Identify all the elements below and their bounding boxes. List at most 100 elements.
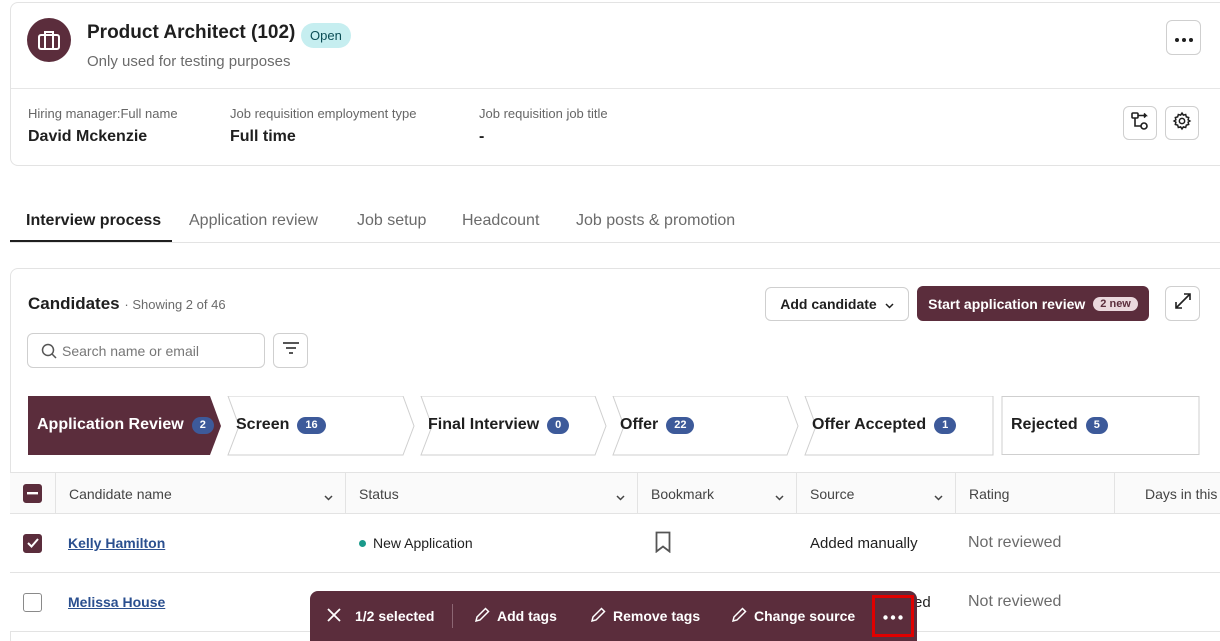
stage-label: Offer: [620, 416, 659, 433]
tab-headcount[interactable]: Headcount: [462, 212, 539, 230]
job-title: Product Architect (102): [87, 22, 296, 43]
more-horizontal-icon: [883, 607, 903, 625]
candidate-name-cell: Melissa House: [68, 573, 165, 631]
column-source[interactable]: Source: [797, 473, 956, 514]
start-review-label: Start application review: [928, 295, 1086, 312]
status-text: New Application: [373, 535, 473, 551]
briefcase-icon: [27, 18, 71, 62]
column-label: Status: [359, 485, 399, 502]
change-source-button[interactable]: Change source: [731, 591, 855, 641]
stage-count: 2: [191, 416, 214, 434]
more-horizontal-icon: [1174, 29, 1193, 47]
bookmark-icon[interactable]: [655, 531, 671, 556]
column-label: Days in this: [1145, 485, 1218, 502]
rating-cell: Not reviewed: [968, 593, 1062, 610]
row-select-cell: [23, 514, 42, 572]
tab-job-setup[interactable]: Job setup: [357, 212, 426, 230]
add-tags-button[interactable]: Add tags: [474, 591, 557, 641]
row-checkbox[interactable]: [23, 533, 42, 553]
column-rating[interactable]: Rating: [956, 473, 1115, 514]
source-cell: Added manually: [810, 534, 918, 552]
tab-job-posts-promotion[interactable]: Job posts & promotion: [576, 212, 735, 230]
candidates-heading: Candidates · Showing 2 of 46: [28, 294, 226, 314]
active-tab-indicator: [10, 240, 172, 242]
candidate-name-link[interactable]: Kelly Hamilton: [68, 535, 165, 551]
new-count-badge: 2 new: [1093, 296, 1138, 311]
chevron-down-icon: [775, 488, 784, 504]
tab-interview-process[interactable]: Interview process: [26, 212, 161, 230]
stage-label: Application Review: [37, 416, 184, 433]
pencil-icon: [474, 606, 490, 626]
candidate-name-link[interactable]: Melissa House: [68, 594, 165, 610]
pencil-icon: [731, 606, 747, 626]
workflow-icon: [1130, 111, 1150, 136]
tab-application-review[interactable]: Application review: [189, 212, 318, 230]
stage-label: Offer Accepted: [812, 416, 927, 433]
row-checkbox[interactable]: [23, 592, 42, 612]
stage-pipeline: Application Review 2 Screen 16 Final Int…: [28, 396, 1203, 456]
stage-final-interview[interactable]: Final Interview 0: [428, 416, 570, 434]
candidates-title: Candidates: [28, 294, 120, 313]
stage-offer-accepted[interactable]: Offer Accepted 1: [812, 416, 957, 434]
meta-value: David Mckenzie: [28, 128, 148, 145]
workflow-button[interactable]: [1123, 106, 1157, 140]
meta-label: Job requisition employment type: [230, 106, 417, 121]
bulk-action-bar: 1/2 selected Add tags Remove tags Change…: [310, 591, 917, 641]
stage-count: 16: [297, 416, 326, 434]
stage-label: Final Interview: [428, 416, 540, 433]
stage-label: Rejected: [1011, 416, 1078, 433]
chevron-down-icon: [324, 488, 333, 504]
selected-count: 1/2 selected: [355, 608, 435, 624]
meta-label: Job requisition job title: [479, 106, 608, 121]
table-header: Candidate name Status Bookmark Source Ra…: [10, 472, 1220, 514]
status-dot: [359, 539, 366, 547]
meta-value: -: [479, 128, 485, 145]
candidate-search[interactable]: [27, 333, 265, 368]
meta-job-title: Job requisition job title -: [479, 106, 608, 146]
gear-icon: [1172, 111, 1192, 136]
job-more-options-button[interactable]: [1166, 20, 1201, 55]
chevron-down-icon: [885, 296, 894, 312]
settings-button[interactable]: [1165, 106, 1199, 140]
column-days-in-stage[interactable]: Days in this: [1115, 473, 1220, 514]
row-select-cell: [23, 573, 42, 631]
meta-employment-type: Job requisition employment type Full tim…: [230, 106, 416, 146]
remove-tags-button[interactable]: Remove tags: [590, 591, 700, 641]
action-bar-divider: [452, 604, 453, 628]
filter-button[interactable]: [273, 333, 308, 368]
column-status[interactable]: Status: [346, 473, 638, 514]
candidates-count: · Showing 2 of 46: [124, 297, 226, 312]
stage-label: Screen: [236, 416, 290, 433]
more-actions-button[interactable]: [872, 595, 914, 637]
filter-icon: [282, 341, 300, 360]
change-source-label: Change source: [754, 608, 856, 624]
meta-label: Hiring manager:Full name: [28, 106, 178, 121]
search-input[interactable]: [62, 340, 258, 362]
expand-button[interactable]: [1165, 286, 1200, 321]
candidate-name-cell: Kelly Hamilton: [68, 514, 165, 572]
stage-offer[interactable]: Offer 22: [620, 416, 695, 434]
column-bookmark[interactable]: Bookmark: [638, 473, 797, 514]
column-label: Bookmark: [651, 485, 715, 502]
clear-selection-button[interactable]: 1/2 selected: [326, 591, 434, 641]
chevron-down-icon: [616, 488, 625, 504]
column-label: Source: [810, 485, 855, 502]
stage-count: 5: [1085, 416, 1108, 434]
meta-hiring-manager: Hiring manager:Full name David Mckenzie: [28, 106, 178, 146]
stage-application-review[interactable]: Application Review 2: [37, 416, 214, 434]
start-application-review-button[interactable]: Start application review 2 new: [917, 286, 1149, 321]
column-candidate-name[interactable]: Candidate name: [56, 473, 346, 514]
select-all-cell: [10, 473, 56, 514]
close-icon: [326, 607, 342, 626]
job-header-card: Product Architect (102) Open Only used f…: [10, 2, 1220, 166]
job-tabs: Interview process Application review Job…: [10, 198, 1220, 243]
stage-rejected[interactable]: Rejected 5: [1011, 416, 1108, 434]
job-subtitle: Only used for testing purposes: [87, 53, 291, 70]
add-candidate-button[interactable]: Add candidate: [765, 287, 909, 321]
select-all-checkbox[interactable]: [23, 484, 42, 503]
remove-tags-label: Remove tags: [613, 608, 701, 624]
chevron-down-icon: [934, 488, 943, 504]
stage-screen[interactable]: Screen 16: [236, 416, 326, 434]
table-row[interactable]: Kelly Hamilton New Application Added man…: [10, 514, 1220, 573]
expand-icon: [1174, 292, 1192, 315]
